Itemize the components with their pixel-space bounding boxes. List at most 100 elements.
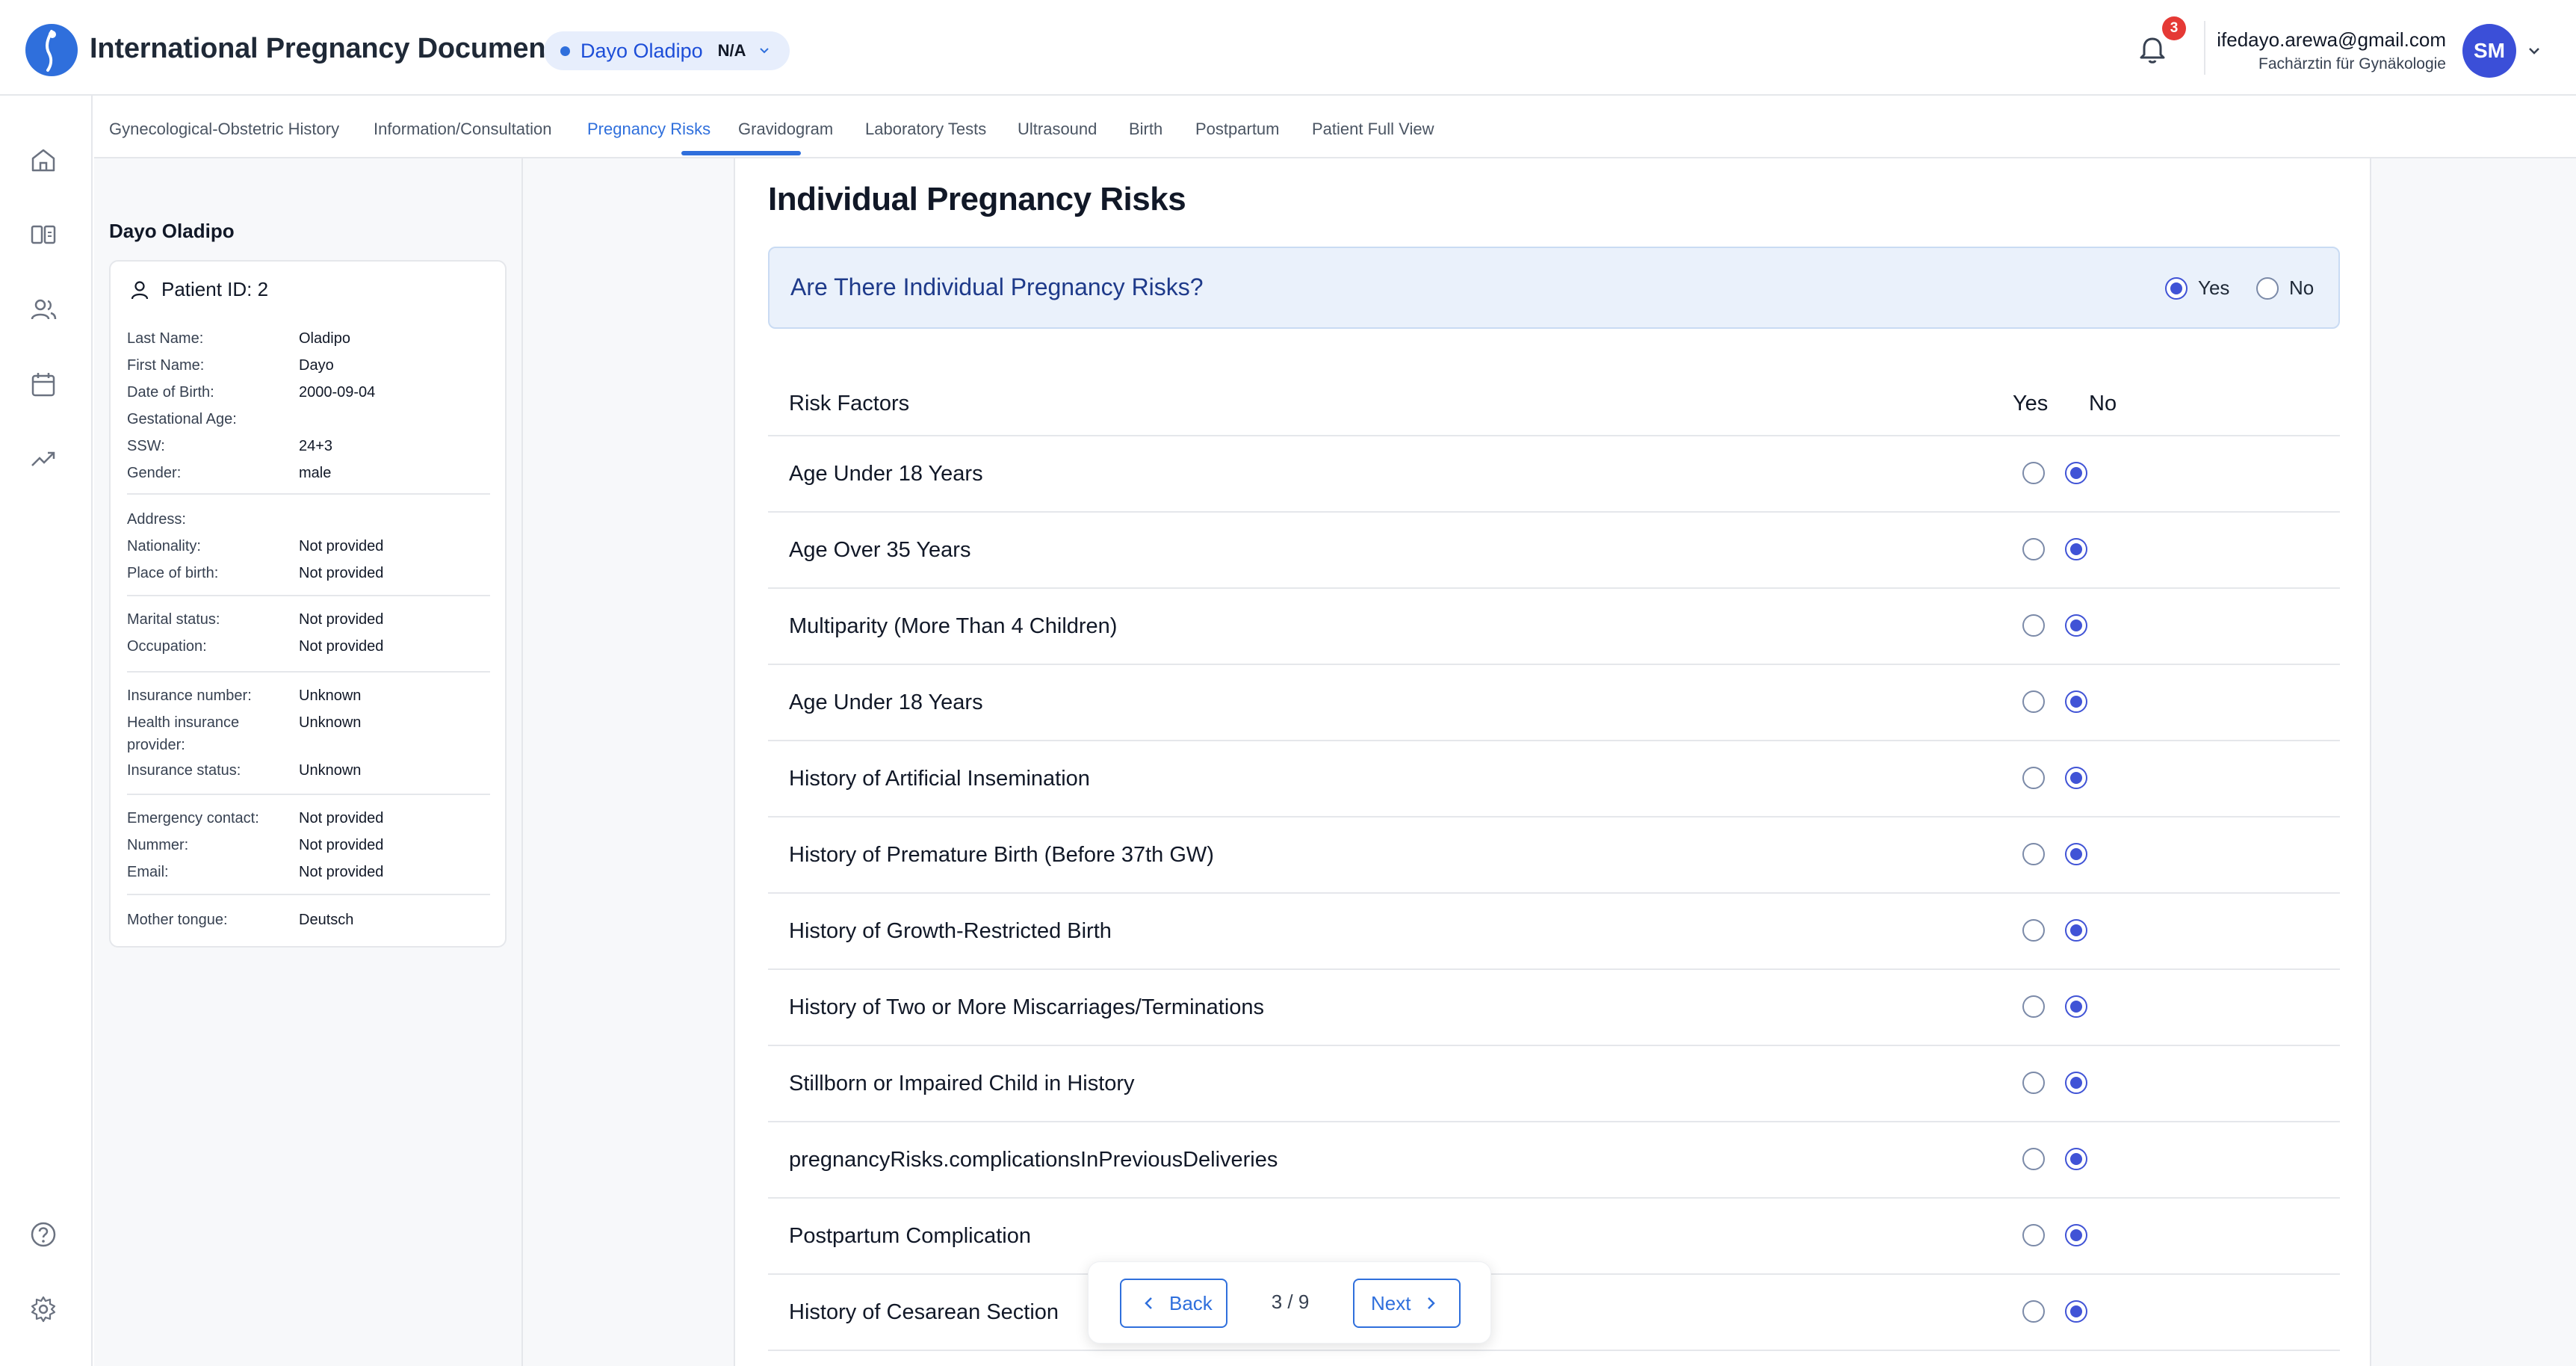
patient-id-row: Patient ID: 2 xyxy=(129,278,268,301)
info-value: Unknown xyxy=(299,714,362,731)
question-yes-option[interactable]: Yes xyxy=(2165,276,2229,300)
risk-row: History of Cesarean Section xyxy=(768,1275,2340,1351)
patient-selector[interactable]: Dayo Oladipo N/A xyxy=(544,31,790,70)
tab-birth[interactable]: Birth xyxy=(1129,120,1162,139)
risk-label: Age Under 18 Years xyxy=(789,462,983,486)
user-role: Fachärztin für Gynäkologie xyxy=(2258,55,2446,72)
info-label: Mother tongue: xyxy=(127,912,228,928)
risk-yes-radio[interactable] xyxy=(2022,1224,2045,1246)
chevron-down-icon[interactable] xyxy=(2525,42,2543,60)
risk-no-radio[interactable] xyxy=(2065,767,2087,789)
card-divider xyxy=(127,794,490,795)
risk-row: Postpartum Complication xyxy=(768,1199,2340,1275)
risk-label: Age Under 18 Years xyxy=(789,690,983,714)
tab-patient-full-view[interactable]: Patient Full View xyxy=(1312,120,1434,139)
risk-yes-radio[interactable] xyxy=(2022,1300,2045,1323)
risk-yes-radio[interactable] xyxy=(2022,1072,2045,1094)
risk-label: Age Over 35 Years xyxy=(789,538,971,562)
header-divider xyxy=(2204,21,2205,75)
spacer-panel-right xyxy=(2370,158,2576,1366)
tab-laboratory-tests[interactable]: Laboratory Tests xyxy=(865,120,986,139)
page-title: Individual Pregnancy Risks xyxy=(768,181,1186,217)
page-indicator: 3 / 9 xyxy=(1271,1291,1310,1313)
book-icon[interactable] xyxy=(28,220,58,250)
chevron-left-icon xyxy=(1145,1297,1152,1309)
logo-icon[interactable] xyxy=(25,24,78,76)
risk-yes-radio[interactable] xyxy=(2022,1148,2045,1170)
tab-pregnancy-risks[interactable]: Pregnancy Risks xyxy=(587,120,710,139)
risk-row: History of Premature Birth (Before 37th … xyxy=(768,818,2340,894)
home-icon[interactable] xyxy=(28,145,58,175)
risk-yes-radio[interactable] xyxy=(2022,995,2045,1018)
app-header: International Pregnancy Document Dayo Ol… xyxy=(0,0,2576,96)
info-label: First Name: xyxy=(127,357,205,374)
spacer-panel xyxy=(523,158,735,1366)
tab-postpartum[interactable]: Postpartum xyxy=(1195,120,1280,139)
info-value: Dayo xyxy=(299,357,334,374)
chevron-right-icon xyxy=(1428,1297,1436,1309)
back-label: Back xyxy=(1169,1291,1213,1314)
users-icon[interactable] xyxy=(28,294,58,324)
risk-label: Stillborn or Impaired Child in History xyxy=(789,1072,1135,1095)
info-value: Not provided xyxy=(299,538,384,554)
risk-row: History of Two or More Miscarriages/Term… xyxy=(768,970,2340,1046)
risk-no-radio[interactable] xyxy=(2065,614,2087,637)
risk-no-radio[interactable] xyxy=(2065,462,2087,484)
risk-no-radio[interactable] xyxy=(2065,690,2087,713)
info-label: Address: xyxy=(127,511,186,528)
avatar[interactable]: SM xyxy=(2462,24,2516,78)
info-value: 24+3 xyxy=(299,438,333,454)
card-divider xyxy=(127,671,490,673)
section-tabs: Gynecological-Obstetric History Informat… xyxy=(94,96,2576,158)
risk-no-radio[interactable] xyxy=(2065,843,2087,865)
status-dot xyxy=(560,46,570,56)
risk-yes-radio[interactable] xyxy=(2022,919,2045,942)
bell-icon[interactable] xyxy=(2135,33,2170,67)
help-icon[interactable] xyxy=(28,1220,58,1249)
info-label: Occupation: xyxy=(127,638,207,655)
risk-no-radio[interactable] xyxy=(2065,1224,2087,1246)
risk-yes-radio[interactable] xyxy=(2022,843,2045,865)
radio-no[interactable] xyxy=(2256,276,2279,300)
tab-gravidogram[interactable]: Gravidogram xyxy=(738,120,833,139)
risk-no-radio[interactable] xyxy=(2065,1072,2087,1094)
tab-gynecological-obstetric-history[interactable]: Gynecological-Obstetric History xyxy=(109,120,339,139)
question-no-option[interactable]: No xyxy=(2256,276,2314,300)
info-label: Last Name: xyxy=(127,330,204,347)
risk-row: Age Under 18 Years xyxy=(768,665,2340,741)
info-value: Not provided xyxy=(299,864,384,880)
risk-no-radio[interactable] xyxy=(2065,538,2087,560)
trend-icon[interactable] xyxy=(28,444,58,474)
risk-row: Age Over 35 Years xyxy=(768,513,2340,589)
risk-question-text: Are There Individual Pregnancy Risks? xyxy=(790,273,1204,300)
next-button[interactable]: Next xyxy=(1353,1279,1461,1328)
radio-yes[interactable] xyxy=(2165,276,2188,300)
risk-row: History of Growth-Restricted Birth xyxy=(768,894,2340,970)
info-value: 2000-09-04 xyxy=(299,384,376,401)
risk-no-radio[interactable] xyxy=(2065,995,2087,1018)
info-value: Unknown xyxy=(299,687,362,704)
gear-icon[interactable] xyxy=(28,1294,58,1324)
back-button[interactable]: Back xyxy=(1120,1279,1227,1328)
info-label: Insurance status: xyxy=(127,762,241,779)
risk-yes-radio[interactable] xyxy=(2022,767,2045,789)
info-value: Not provided xyxy=(299,611,384,628)
main-content: Individual Pregnancy Risks Are There Ind… xyxy=(737,158,2370,1366)
risk-yes-radio[interactable] xyxy=(2022,462,2045,484)
risk-no-radio[interactable] xyxy=(2065,919,2087,942)
tab-information-consultation[interactable]: Information/Consultation xyxy=(374,120,551,139)
info-label: Email: xyxy=(127,864,169,880)
calendar-icon[interactable] xyxy=(28,369,58,399)
info-value: Unknown xyxy=(299,762,362,779)
risk-no-radio[interactable] xyxy=(2065,1300,2087,1323)
tab-ultrasound[interactable]: Ultrasound xyxy=(1018,120,1097,139)
radio-no-label: No xyxy=(2289,276,2315,299)
risk-no-radio[interactable] xyxy=(2065,1148,2087,1170)
risk-table-header: Risk Factors Yes No xyxy=(768,369,2340,436)
risk-yes-radio[interactable] xyxy=(2022,538,2045,560)
info-label: Health insurance xyxy=(127,714,240,731)
active-tab-indicator xyxy=(681,151,801,155)
risk-yes-radio[interactable] xyxy=(2022,690,2045,713)
patient-status: N/A xyxy=(717,41,746,60)
risk-yes-radio[interactable] xyxy=(2022,614,2045,637)
